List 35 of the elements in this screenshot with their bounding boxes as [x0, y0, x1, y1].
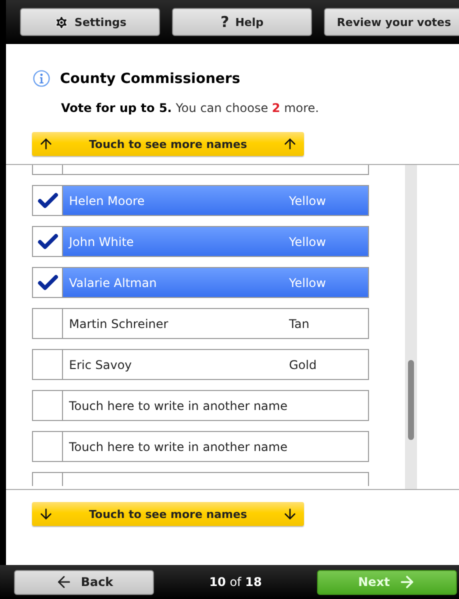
- checkbox[interactable]: [33, 268, 63, 297]
- back-button[interactable]: Back: [14, 570, 154, 594]
- checkbox[interactable]: [33, 227, 63, 256]
- write-in-row[interactable]: Touch here to write in another name: [32, 431, 369, 462]
- candidate-name: Valarie Altman: [69, 276, 158, 290]
- candidate-name: Helen Moore: [69, 194, 146, 208]
- settings-button[interactable]: Settings: [20, 8, 160, 36]
- party-name: Gold: [289, 358, 317, 372]
- scrollbar-thumb[interactable]: [408, 360, 414, 440]
- info-icon[interactable]: [33, 70, 50, 87]
- candidate-row[interactable]: Martin Schreiner Tan: [32, 308, 369, 339]
- scroll-down-button[interactable]: Touch to see more names: [32, 502, 304, 526]
- candidate-name: Martin Schreiner: [69, 316, 170, 330]
- scroll-up-button[interactable]: Touch to see more names: [32, 132, 304, 156]
- checkbox[interactable]: [33, 186, 63, 215]
- page-number: 10 of 18: [209, 575, 262, 589]
- down-arrow-icon: [282, 506, 298, 522]
- review-votes-button[interactable]: Review your votes: [324, 8, 459, 36]
- write-in-prompt: Touch here to write in another name: [69, 440, 288, 454]
- party-name: Tan: [289, 316, 310, 330]
- write-in-row[interactable]: Touch here to write in another name: [32, 390, 369, 421]
- write-in-row[interactable]: [32, 472, 369, 486]
- vote-instructions: Vote for up to 5. You can choose 2 more.: [60, 100, 320, 115]
- candidate-name: John White: [69, 234, 135, 248]
- party-name: Yellow: [289, 234, 326, 248]
- settings-icon: [54, 14, 69, 30]
- candidate-row[interactable]: Eric Savoy Gold: [32, 349, 369, 380]
- help-button[interactable]: ? Help: [172, 8, 312, 36]
- contest-title: County Commissioners: [60, 70, 240, 86]
- scrollbar-track[interactable]: [405, 165, 417, 489]
- party-name: Yellow: [289, 194, 326, 208]
- candidate-row[interactable]: [32, 165, 369, 175]
- write-in-prompt: Touch here to write in another name: [69, 398, 288, 412]
- candidate-name: Eric Savoy: [69, 358, 133, 372]
- party-name: Yellow: [289, 276, 326, 290]
